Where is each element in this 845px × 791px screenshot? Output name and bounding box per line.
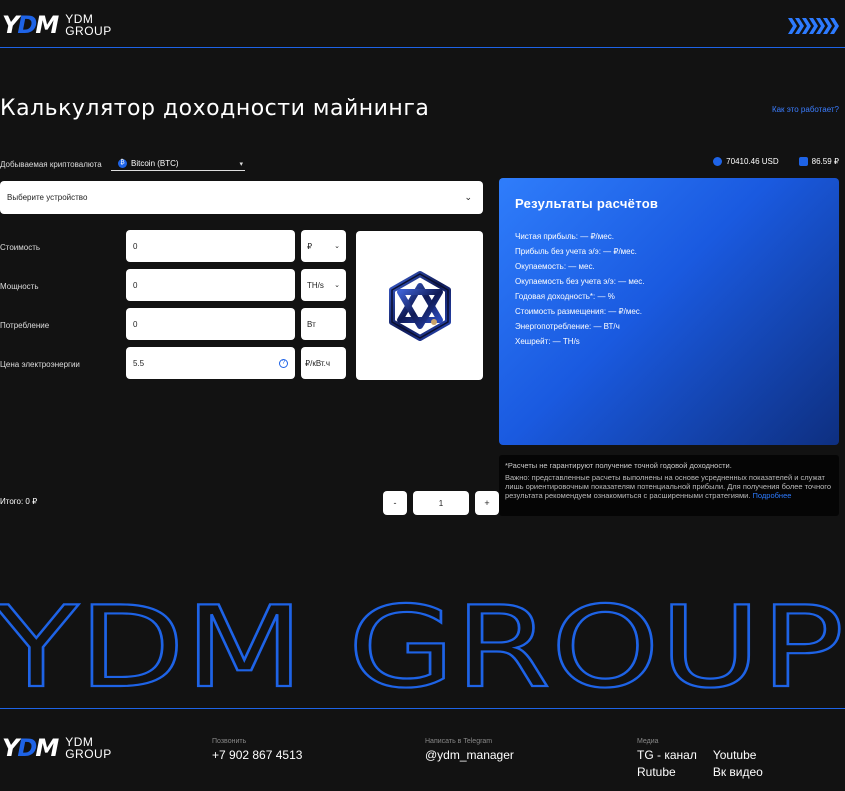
electricity-price-unit: ₽/кВт.ч (301, 347, 346, 379)
footer-media: Медиа TG - канал Youtube Rutube Вк видео (637, 738, 763, 779)
result-net-profit: Чистая прибыль: — ₽/мес. (515, 232, 614, 241)
quantity-input[interactable]: 1 (413, 491, 469, 515)
power-label: Мощность (0, 282, 39, 291)
chevron-down-icon: ⌄ (334, 243, 340, 250)
more-link[interactable]: Подробнее (753, 491, 792, 500)
consumption-input[interactable]: 0 (126, 308, 295, 340)
device-placeholder: Выберите устройство (7, 193, 88, 202)
crystal-icon (388, 270, 451, 341)
total: Итого: 0 ₽ (0, 497, 38, 506)
quantity-stepper: - 1 + (383, 491, 499, 515)
decrement-button[interactable]: - (383, 491, 407, 515)
chevron-down-icon: ▾ (239, 160, 243, 168)
logo-mark: YDM (2, 734, 59, 762)
crypto-selected: Bitcoin (BTC) (131, 159, 179, 168)
currency-icon (798, 157, 808, 166)
bitcoin-icon (713, 157, 723, 166)
big-brand-text: YDM GROUP (0, 586, 845, 696)
result-annual-yield: Годовая доходность*: — % (515, 292, 615, 301)
media-caption: Медиа (637, 738, 659, 745)
logo[interactable]: YDM YDM GROUP (2, 13, 112, 37)
power-input[interactable]: 0 (126, 269, 295, 301)
telegram-caption: Написать в Telegram (425, 738, 493, 745)
cost-currency-select[interactable]: ₽ ⌄ (301, 230, 346, 262)
help-icon[interactable]: ? (279, 358, 288, 368)
result-payback: Окупаемость: — мес. (515, 262, 595, 271)
disclaimer-note: *Расчеты не гарантируют получение точной… (499, 455, 839, 516)
chevron-down-icon: ⌄ (334, 282, 340, 289)
rub-rate: 86.59 ₽ (798, 157, 839, 166)
cost-input[interactable]: 0 (126, 230, 295, 262)
electricity-price-input[interactable]: 5.5 ? (126, 347, 295, 379)
phone-link[interactable]: +7 902 867 4513 (212, 748, 302, 762)
logo-mark: YDM (2, 11, 59, 39)
bitcoin-icon: ₿ (118, 159, 127, 168)
call-caption: Позвонить (212, 738, 247, 745)
site-header: YDM YDM GROUP (0, 0, 845, 48)
big-brand-text-label: YDM GROUP (0, 586, 844, 696)
footer-logo[interactable]: YDM YDM GROUP (2, 736, 112, 760)
how-it-works-link[interactable]: Как это работает? (772, 105, 839, 114)
increment-button[interactable]: + (475, 491, 499, 515)
logo-text: YDM GROUP (65, 12, 112, 38)
media-link-vk[interactable]: Вк видео (713, 765, 763, 779)
footer-call: Позвонить +7 902 867 4513 (212, 738, 302, 762)
crypto-label: Добываемая криптовалюта (0, 160, 102, 169)
footer-telegram: Написать в Telegram @ydm_manager (425, 738, 514, 762)
telegram-link[interactable]: @ydm_manager (425, 748, 514, 762)
btc-usd-rate: 70410.46 USD (713, 157, 779, 166)
consumption-unit: Вт (301, 308, 346, 340)
rates: 70410.46 USD 86.59 ₽ (693, 157, 839, 166)
result-hosting-cost: Стоимость размещения: — ₽/мес. (515, 307, 643, 316)
media-link-tg[interactable]: TG - канал (637, 748, 697, 762)
disclaimer-line1: *Расчеты не гарантируют получение точной… (505, 461, 732, 470)
media-link-youtube[interactable]: Youtube (713, 748, 763, 762)
result-hashrate: Хешрейт: — TH/s (515, 337, 580, 346)
power-unit-select[interactable]: TH/s ⌄ (301, 269, 346, 301)
results-panel: Результаты расчётов Чистая прибыль: — ₽/… (499, 178, 839, 445)
result-energy: Энергопотребление: — ВТ/ч (515, 322, 620, 331)
crypto-select[interactable]: ₿ Bitcoin (BTC) ▾ (111, 157, 245, 171)
result-payback-no-energy: Окупаемость без учета э/э: — мес. (515, 277, 645, 286)
result-profit-no-energy: Прибыль без учета э/э: — ₽/мес. (515, 247, 637, 256)
page-title: Калькулятор доходности майнинга (0, 96, 430, 121)
footer-divider (0, 708, 845, 709)
electricity-price-label: Цена электроэнергии (0, 360, 80, 369)
consumption-label: Потребление (0, 321, 50, 330)
media-link-rutube[interactable]: Rutube (637, 765, 697, 779)
menu-arrows-icon[interactable] (788, 18, 839, 34)
device-select[interactable]: Выберите устройство ⌄ (0, 181, 483, 214)
cost-label: Стоимость (0, 243, 41, 252)
chevron-down-icon: ⌄ (464, 192, 472, 202)
device-image (356, 231, 483, 380)
results-title: Результаты расчётов (515, 196, 659, 211)
logo-text: YDM GROUP (65, 735, 112, 761)
